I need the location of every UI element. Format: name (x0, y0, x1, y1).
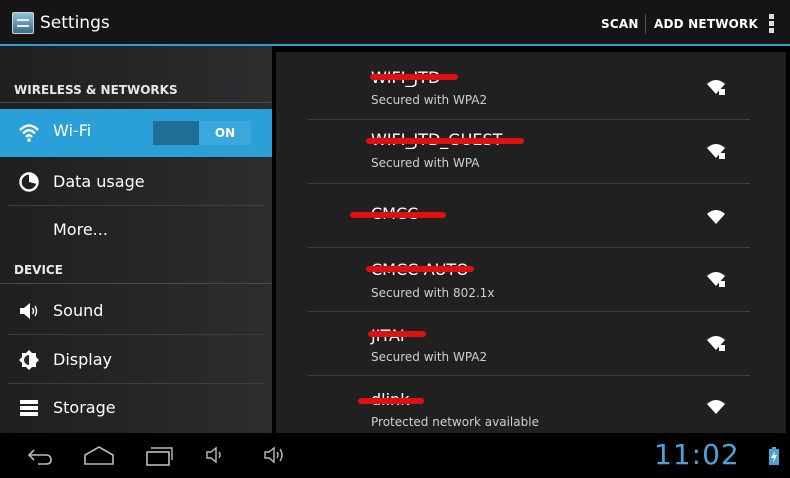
sidebar-item-wifi[interactable]: Wi-Fi ON (0, 109, 272, 157)
system-bar: 11:02 (0, 433, 790, 478)
storage-icon (20, 400, 38, 416)
network-status: Secured with WPA2 (371, 350, 488, 364)
settings-sidebar: WIRELESS & NETWORKS Wi-Fi ON Data usage … (0, 46, 272, 433)
action-bar: Settings SCAN ADD NETWORK (0, 0, 790, 46)
sidebar-item-label: Storage (53, 398, 116, 417)
sidebar-item-label: Data usage (53, 172, 145, 191)
wifi-icon (19, 124, 39, 142)
brightness-icon (19, 350, 39, 370)
wifi-lock-icon (707, 336, 725, 351)
redaction-mark (350, 212, 446, 218)
sidebar-item-label: Display (53, 350, 112, 369)
sidebar-item-data-usage[interactable]: Data usage (0, 158, 272, 206)
network-row[interactable]: CMCC-AUTO Secured with 802.1x (308, 248, 750, 312)
recent-apps-icon[interactable] (144, 443, 174, 467)
wifi-lock-icon (707, 272, 725, 287)
sidebar-item-label: Wi-Fi (53, 121, 92, 140)
wifi-lock-icon (707, 80, 725, 95)
network-row[interactable]: WIFI_JTD Secured with WPA2 (308, 56, 750, 120)
item-divider (8, 334, 264, 335)
back-icon[interactable] (24, 443, 54, 467)
sidebar-item-sound[interactable]: Sound (0, 287, 272, 335)
clock[interactable]: 11:02 (654, 438, 740, 471)
network-status: Secured with 802.1x (371, 286, 495, 300)
redaction-mark (370, 74, 458, 80)
network-row[interactable]: CMCC (308, 184, 750, 248)
network-status: Protected network available (371, 415, 539, 429)
wifi-icon (707, 400, 725, 414)
speaker-icon (20, 303, 38, 319)
action-divider (645, 14, 646, 34)
redaction-mark (366, 138, 524, 144)
add-network-button[interactable]: ADD NETWORK (654, 17, 758, 31)
redaction-mark (358, 398, 424, 404)
scan-button[interactable]: SCAN (601, 17, 639, 31)
wifi-lock-icon (707, 144, 725, 159)
network-status: Secured with WPA2 (371, 93, 488, 107)
toggle-state: ON (199, 121, 251, 145)
section-divider (0, 102, 272, 103)
volume-up-icon[interactable] (262, 443, 288, 467)
sidebar-item-label: Sound (53, 301, 104, 320)
volume-down-icon[interactable] (204, 443, 226, 467)
section-header-device: DEVICE (14, 263, 63, 277)
overflow-menu-icon[interactable] (769, 14, 774, 34)
page-title: Settings (40, 13, 110, 33)
sidebar-item-storage[interactable]: Storage (0, 384, 272, 432)
wifi-toggle[interactable]: ON (153, 121, 251, 145)
redaction-mark (368, 331, 426, 337)
network-row[interactable]: dlink Protected network available (308, 376, 750, 440)
sidebar-item-label: More... (53, 220, 108, 239)
network-status: Secured with WPA (371, 156, 480, 170)
redaction-mark (366, 266, 474, 272)
wifi-network-list: WIFI_JTD Secured with WPA2 WIFI_JTD_GUES… (276, 52, 786, 433)
settings-app-icon[interactable] (12, 12, 34, 34)
section-header-wireless: WIRELESS & NETWORKS (14, 83, 178, 97)
sidebar-item-more[interactable]: More... (0, 206, 272, 254)
section-divider (0, 283, 272, 284)
battery-charging-icon[interactable] (769, 447, 779, 465)
network-row[interactable]: JITAI Secured with WPA2 (308, 312, 750, 376)
sidebar-item-display[interactable]: Display (0, 336, 272, 384)
wifi-icon (707, 210, 725, 224)
network-row[interactable]: WIFI_JTD_GUEST Secured with WPA (308, 120, 750, 184)
data-usage-icon (19, 172, 39, 192)
home-icon[interactable] (82, 443, 116, 467)
